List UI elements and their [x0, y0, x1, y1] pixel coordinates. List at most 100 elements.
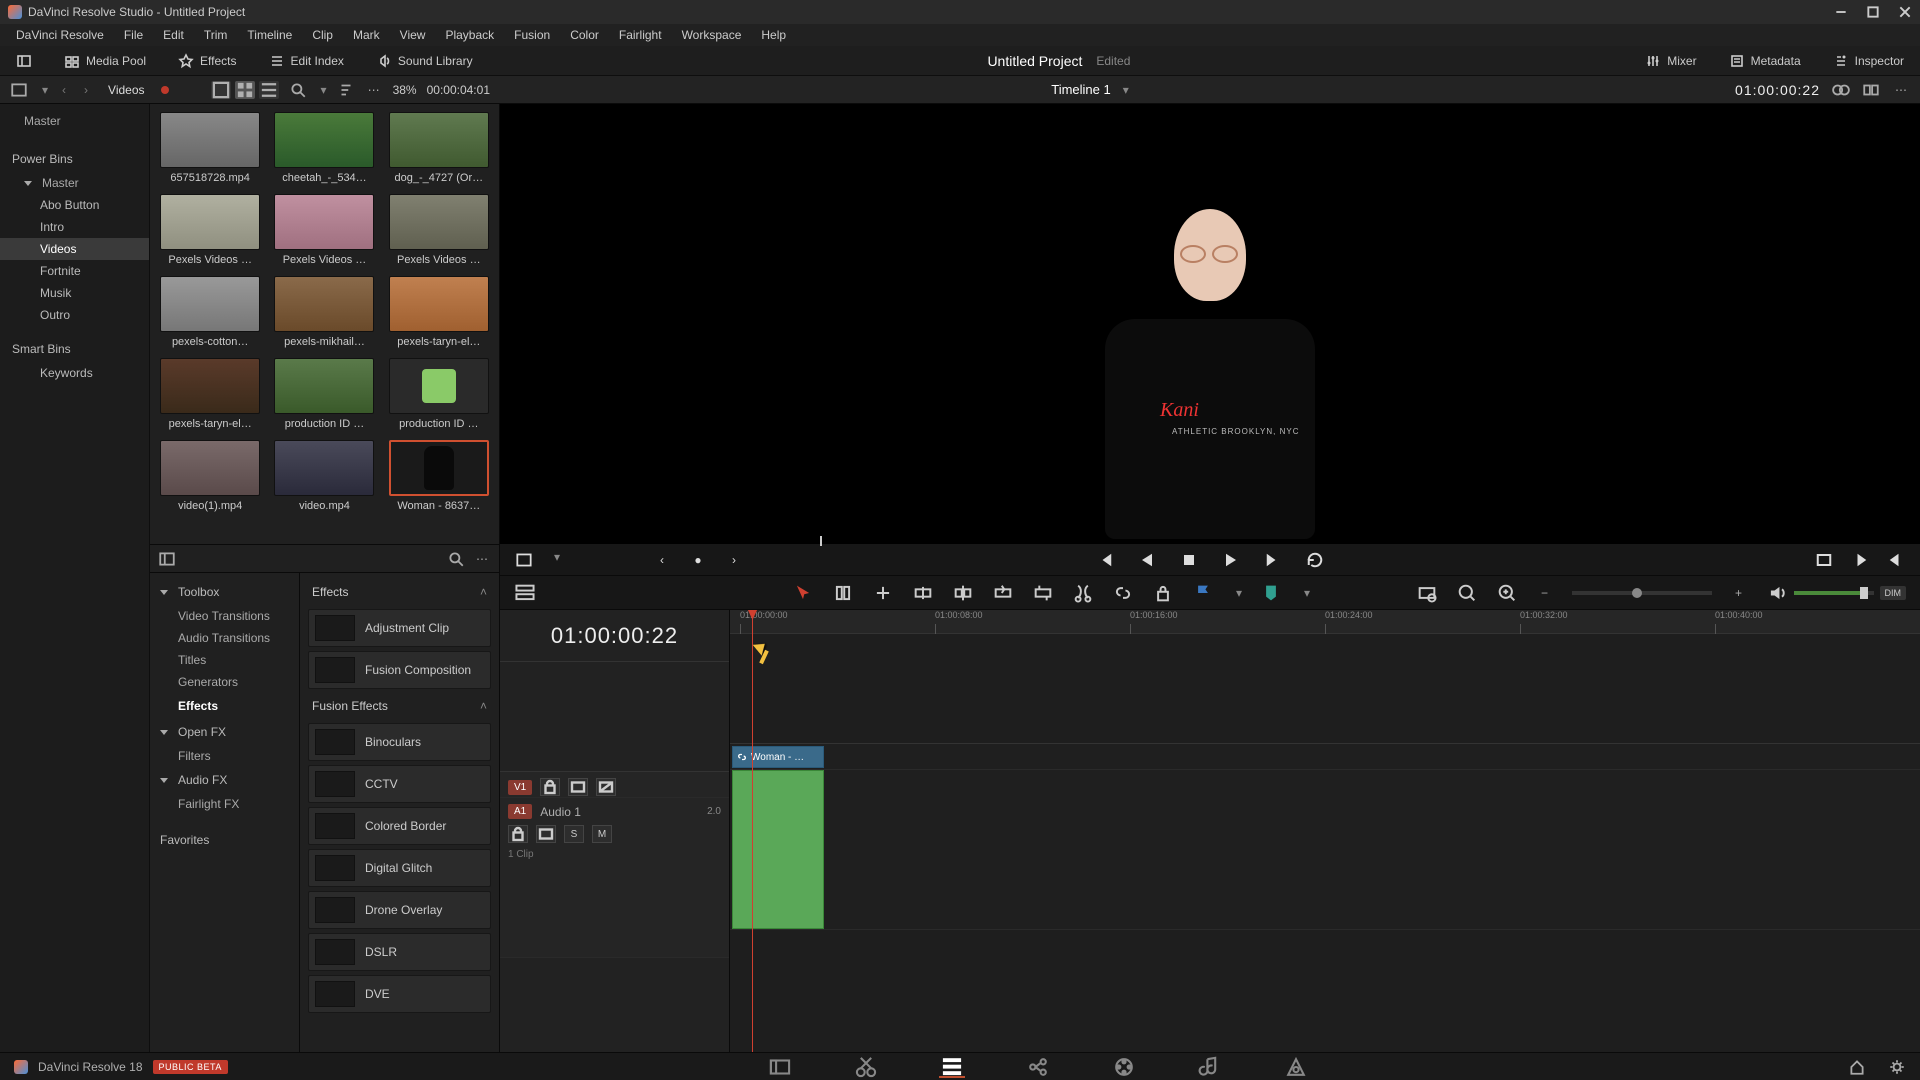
- clip-thumbnail[interactable]: [160, 440, 260, 496]
- zoom-plus[interactable]: +: [1730, 584, 1748, 602]
- bin-keywords[interactable]: Keywords: [0, 362, 149, 384]
- sound-library-button[interactable]: Sound Library: [368, 49, 481, 73]
- chevron-down-icon[interactable]: [24, 181, 32, 186]
- flag-chevron-icon[interactable]: ▾: [1236, 586, 1242, 600]
- clip-thumbnail[interactable]: [389, 358, 489, 414]
- media-clip[interactable]: video.mp4: [272, 440, 376, 512]
- go-out-button[interactable]: [1886, 550, 1906, 570]
- fx-effects-node[interactable]: Effects: [150, 693, 299, 719]
- track-v1-badge[interactable]: V1: [508, 780, 532, 795]
- page-fusion[interactable]: [1025, 1056, 1051, 1078]
- view-list-button[interactable]: [259, 81, 279, 99]
- fx-item[interactable]: Digital Glitch: [308, 849, 491, 887]
- bin-list-toggle[interactable]: [10, 81, 28, 99]
- media-clip[interactable]: production ID …: [387, 358, 491, 430]
- media-clip[interactable]: video(1).mp4: [158, 440, 262, 512]
- menu-fusion[interactable]: Fusion: [504, 25, 560, 45]
- menu-color[interactable]: Color: [560, 25, 609, 45]
- track-v1-auto-select[interactable]: [568, 778, 588, 796]
- clip-thumbnail[interactable]: [274, 358, 374, 414]
- dim-button[interactable]: DIM: [1880, 586, 1907, 600]
- playhead[interactable]: [752, 610, 753, 1052]
- full-extent-button[interactable]: [1814, 550, 1834, 570]
- zoom-minus[interactable]: −: [1536, 584, 1554, 602]
- media-clip[interactable]: pexels-taryn-el…: [158, 358, 262, 430]
- clip-thumbnail[interactable]: [274, 194, 374, 250]
- menu-timeline[interactable]: Timeline: [237, 25, 302, 45]
- replace-clip-button[interactable]: [1032, 582, 1054, 604]
- dynamic-trim-button[interactable]: [872, 582, 894, 604]
- search-chevron-down-icon[interactable]: ▾: [321, 83, 327, 97]
- track-v1-disable[interactable]: [596, 778, 616, 796]
- fx-item[interactable]: DSLR: [308, 933, 491, 971]
- view-metadata-button[interactable]: [211, 81, 231, 99]
- link-button[interactable]: [1112, 582, 1134, 604]
- fx-generators[interactable]: Generators: [150, 671, 299, 693]
- lock-button[interactable]: [1152, 582, 1174, 604]
- chevron-down-icon[interactable]: [160, 778, 168, 783]
- media-clip[interactable]: 657518728.mp4: [158, 112, 262, 184]
- chevron-down-icon[interactable]: ▾: [42, 83, 48, 97]
- metadata-button[interactable]: Metadata: [1721, 49, 1809, 73]
- marker-button[interactable]: [1260, 582, 1282, 604]
- edit-index-button[interactable]: Edit Index: [261, 49, 352, 73]
- overwrite-clip-button[interactable]: [992, 582, 1014, 604]
- first-frame-button[interactable]: [1095, 550, 1115, 570]
- media-clip[interactable]: dog_-_4727 (Or…: [387, 112, 491, 184]
- mixer-button[interactable]: Mixer: [1637, 49, 1704, 73]
- track-a1-auto-select[interactable]: [536, 825, 556, 843]
- fx-item[interactable]: Colored Border: [308, 807, 491, 845]
- viewer-zoom-percent[interactable]: 38%: [393, 83, 417, 97]
- menu-file[interactable]: File: [114, 25, 153, 45]
- menu-edit[interactable]: Edit: [153, 25, 194, 45]
- monitor-volume-slider[interactable]: [1794, 591, 1874, 595]
- monitor-volume-icon[interactable]: [1766, 582, 1788, 604]
- fx-audiofx[interactable]: Audio FX: [150, 767, 299, 793]
- menu-trim[interactable]: Trim: [194, 25, 238, 45]
- page-fairlight[interactable]: [1197, 1056, 1223, 1078]
- bin-fortnite[interactable]: Fortnite: [0, 260, 149, 282]
- next-edit-button[interactable]: ›: [724, 550, 744, 570]
- expand-left-button[interactable]: [8, 49, 40, 73]
- sort-icon[interactable]: [337, 81, 355, 99]
- fx-group-fusion-header[interactable]: Fusion Effects: [312, 699, 388, 713]
- fx-group-effects-header[interactable]: Effects: [312, 585, 348, 599]
- home-button[interactable]: [1848, 1058, 1866, 1076]
- play-button[interactable]: [1221, 550, 1241, 570]
- clip-thumbnail[interactable]: [160, 358, 260, 414]
- menu-mark[interactable]: Mark: [343, 25, 390, 45]
- nav-back[interactable]: ‹: [58, 83, 70, 97]
- last-frame-button[interactable]: [1263, 550, 1283, 570]
- razor-button[interactable]: [1072, 582, 1094, 604]
- bin-master-root[interactable]: Master: [0, 110, 149, 132]
- clip-thumbnail[interactable]: [274, 112, 374, 168]
- timeline-clip-a1[interactable]: [732, 770, 824, 929]
- prev-edit-button[interactable]: ‹: [652, 550, 672, 570]
- media-clip[interactable]: Pexels Videos …: [272, 194, 376, 266]
- loop-button[interactable]: [1305, 550, 1325, 570]
- track-v1-lane[interactable]: Woman - …: [730, 744, 1920, 769]
- track-a1-badge[interactable]: A1: [508, 804, 532, 819]
- clip-thumbnail[interactable]: [389, 112, 489, 168]
- media-clip[interactable]: Pexels Videos …: [158, 194, 262, 266]
- track-a1-solo[interactable]: S: [564, 825, 584, 843]
- viewer-mode-button[interactable]: [514, 550, 534, 570]
- fx-item[interactable]: Adjustment Clip: [308, 609, 491, 647]
- media-pool-button[interactable]: Media Pool: [56, 49, 154, 73]
- page-edit[interactable]: [939, 1056, 965, 1078]
- menu-davinci-resolve[interactable]: DaVinci Resolve: [6, 25, 114, 45]
- track-a1-mute[interactable]: M: [592, 825, 612, 843]
- zoom-custom-button[interactable]: [1496, 582, 1518, 604]
- single-dual-viewer-icon[interactable]: [1862, 81, 1880, 99]
- fx-titles[interactable]: Titles: [150, 649, 299, 671]
- page-deliver[interactable]: [1283, 1056, 1309, 1078]
- timeline-timecode[interactable]: 01:00:00:22: [500, 610, 729, 662]
- minimize-button[interactable]: [1834, 5, 1848, 19]
- fx-search-icon[interactable]: [447, 550, 465, 568]
- page-color[interactable]: [1111, 1056, 1137, 1078]
- chevron-down-icon[interactable]: [160, 590, 168, 595]
- fx-item[interactable]: DVE: [308, 975, 491, 1013]
- clip-thumbnail[interactable]: [160, 194, 260, 250]
- media-clip[interactable]: pexels-mikhail…: [272, 276, 376, 348]
- fx-openfx[interactable]: Open FX: [150, 719, 299, 745]
